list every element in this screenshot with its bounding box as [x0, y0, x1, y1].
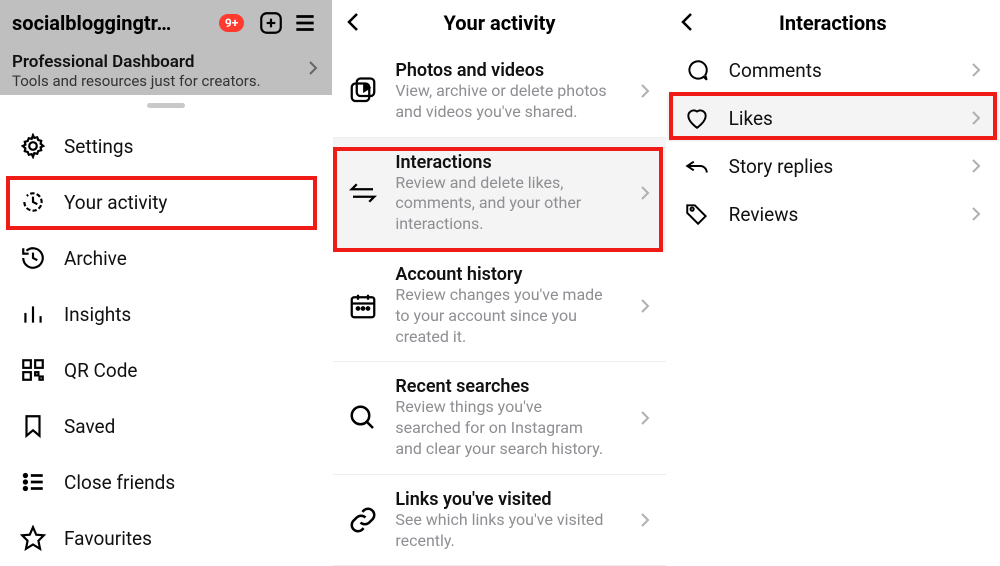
row-title: Links you've visited — [395, 489, 607, 510]
row-label: Reviews — [729, 203, 799, 226]
chevron-right-icon — [640, 83, 650, 99]
menu-saved[interactable]: Saved — [0, 398, 332, 454]
menu-settings[interactable]: Settings — [0, 118, 332, 174]
menu-qr-code[interactable]: QR Code — [0, 342, 332, 398]
activity-clock-icon — [20, 189, 46, 215]
menu-label: Your activity — [64, 191, 167, 214]
chevron-right-icon — [971, 62, 981, 78]
menu-archive[interactable]: Archive — [0, 230, 332, 286]
row-reviews[interactable]: Reviews — [667, 190, 999, 238]
hamburger-icon[interactable] — [290, 8, 320, 38]
row-label: Likes — [729, 107, 773, 130]
row-story-replies[interactable]: Story replies — [667, 142, 999, 190]
reply-icon — [681, 150, 713, 182]
username[interactable]: socialbloggingtr… — [12, 11, 215, 35]
panel-your-activity: Your activity Photos and videos View, ar… — [333, 0, 666, 552]
row-label: Story replies — [729, 155, 834, 178]
row-sub: Review and delete likes, comments, and y… — [395, 173, 607, 235]
row-recent-searches[interactable]: Recent searches Review things you've sea… — [333, 362, 665, 474]
chevron-right-icon — [971, 158, 981, 174]
chevron-right-icon — [308, 60, 318, 76]
menu-close-friends[interactable]: Close friends — [0, 454, 332, 510]
menu-label: Close friends — [64, 471, 175, 494]
archive-icon — [20, 245, 46, 271]
notifications-badge[interactable]: 9+ — [219, 14, 244, 32]
menu-your-activity[interactable]: Your activity — [0, 174, 332, 230]
interactions-header: Interactions — [667, 0, 999, 46]
panel-interactions: Interactions Comments Likes Story replie… — [667, 0, 1000, 552]
row-title: Interactions — [395, 152, 607, 173]
dash-title: Professional Dashboard — [12, 52, 320, 72]
page-title: Interactions — [779, 11, 887, 35]
professional-dashboard-row[interactable]: Professional Dashboard Tools and resourc… — [0, 46, 332, 96]
row-sub: Review changes you've made to your accou… — [395, 285, 607, 347]
create-post-icon[interactable] — [256, 8, 286, 38]
page-title: Your activity — [444, 11, 556, 35]
chevron-right-icon — [971, 110, 981, 126]
heart-icon — [681, 102, 713, 134]
row-photos-videos[interactable]: Photos and videos View, archive or delet… — [333, 46, 665, 138]
menu-label: Saved — [64, 415, 115, 438]
row-sub: See which links you've visited recently. — [395, 510, 607, 552]
chevron-right-icon — [640, 298, 650, 314]
photos-videos-icon — [347, 75, 379, 107]
bookmark-icon — [20, 413, 46, 439]
list-icon — [20, 469, 46, 495]
row-comments[interactable]: Comments — [667, 46, 999, 94]
row-account-history[interactable]: Account history Review changes you've ma… — [333, 250, 665, 362]
comment-icon — [681, 54, 713, 86]
panel-menu: socialbloggingtr… 9+ Professional Dashbo… — [0, 0, 333, 552]
link-icon — [347, 504, 379, 536]
row-links-visited[interactable]: Links you've visited See which links you… — [333, 475, 665, 566]
sheet-grabber[interactable] — [147, 103, 185, 108]
row-interactions[interactable]: Interactions Review and delete likes, co… — [333, 138, 665, 250]
qr-code-icon — [20, 357, 46, 383]
menu-label: Insights — [64, 303, 131, 326]
dash-sub: Tools and resources just for creators. — [12, 72, 320, 90]
profile-header: socialbloggingtr… 9+ — [0, 0, 332, 46]
chevron-right-icon — [640, 410, 650, 426]
back-icon[interactable] — [679, 10, 695, 34]
search-icon — [347, 402, 379, 434]
chevron-right-icon — [971, 206, 981, 222]
row-title: Photos and videos — [395, 60, 607, 81]
row-sub: Review things you've searched for on Ins… — [395, 397, 607, 459]
menu-label: Settings — [64, 135, 133, 158]
profile-top-dimmed: socialbloggingtr… 9+ Professional Dashbo… — [0, 0, 332, 95]
interactions-icon — [347, 177, 379, 209]
row-title: Account history — [395, 264, 607, 285]
gear-icon — [20, 133, 46, 159]
calendar-icon — [347, 290, 379, 322]
chevron-right-icon — [640, 185, 650, 201]
menu-favourites[interactable]: Favourites — [0, 510, 332, 566]
back-icon[interactable] — [345, 10, 361, 34]
row-sub: View, archive or delete photos and video… — [395, 81, 607, 123]
tag-icon — [681, 198, 713, 230]
insights-icon — [20, 301, 46, 327]
activity-header: Your activity — [333, 0, 665, 46]
chevron-right-icon — [640, 512, 650, 528]
row-likes[interactable]: Likes — [667, 94, 999, 142]
star-icon — [20, 525, 46, 551]
menu-label: Favourites — [64, 527, 152, 550]
row-label: Comments — [729, 59, 822, 82]
menu-label: QR Code — [64, 359, 138, 382]
menu-insights[interactable]: Insights — [0, 286, 332, 342]
settings-sheet: Settings Your activity Archive Insights — [0, 95, 332, 552]
menu-label: Archive — [64, 247, 127, 270]
row-title: Recent searches — [395, 376, 607, 397]
